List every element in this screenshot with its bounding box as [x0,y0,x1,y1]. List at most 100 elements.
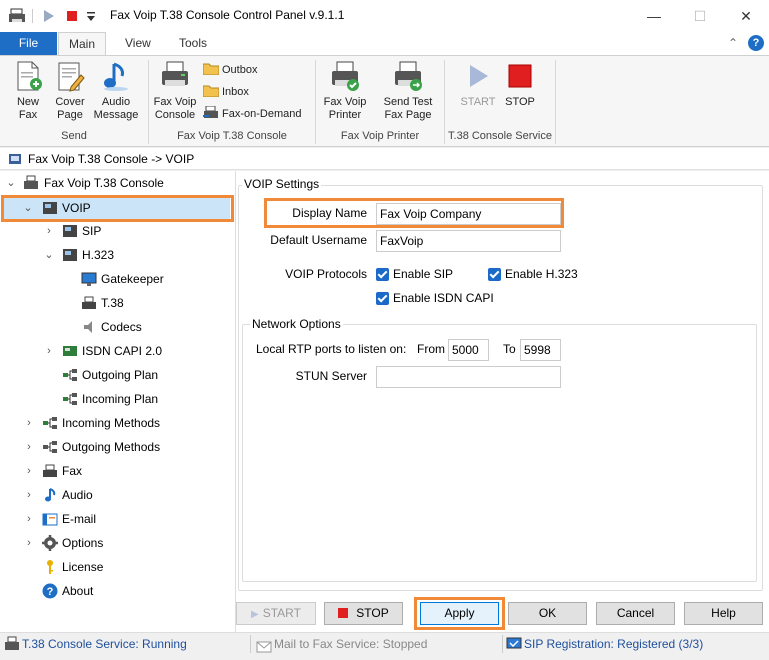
enable-h323-checkbox[interactable] [488,268,501,281]
key-icon [42,559,58,575]
outbox-label: Outbox [222,64,258,76]
settings-panel: VOIP Settings Display Name Fax Voip Comp… [236,171,769,632]
tree-label: Outgoing Methods [62,440,161,454]
ok-button[interactable]: OK [508,602,587,625]
gear-icon [42,535,58,551]
fax-printer-check-icon [329,60,361,92]
tree-label: Audio [62,488,93,502]
h323-device-icon [62,247,78,263]
console-group-label: Fax Voip T.38 Console [177,130,287,142]
tree-node-root[interactable]: ⌄ Fax Voip T.38 Console [0,172,236,194]
tab-tools[interactable]: Tools [169,32,217,55]
tree-label: SIP [82,224,102,238]
start-button[interactable]: ▶ START [236,602,316,625]
fax-printer-app-icon [8,8,26,27]
stun-server-field[interactable] [376,366,561,388]
play-icon: ▶ [251,609,259,620]
minimize-button[interactable]: — [631,0,677,32]
tree-label: H.323 [82,248,115,262]
voip-protocols-label: VOIP Protocols [285,267,367,281]
svg-text:?: ? [47,586,54,598]
enable-sip-checkbox[interactable] [376,268,389,281]
stop-button[interactable]: STOP [324,602,403,625]
tab-main[interactable]: Main [58,32,107,55]
routing-icon [42,439,58,455]
service-stop-button[interactable]: STOP [502,60,538,109]
chevron-down-icon[interactable]: ⌄ [5,172,17,194]
tree-label: About [62,584,94,598]
to-label: To [503,342,516,356]
status-separator [502,635,503,653]
default-username-label: Default Username [270,233,367,247]
cover-page-button[interactable]: Cover Page [50,60,90,122]
stop-icon [338,608,349,618]
cancel-button[interactable]: Cancel [596,602,675,625]
tab-view[interactable]: View [115,32,161,55]
audio-message-button[interactable]: Audio Message [92,60,140,122]
navigation-tree: ⌄ Fax Voip T.38 Console ⌄ VOIP › SIP ⌄ H… [0,171,236,632]
send-group-label: Send [61,130,87,142]
new-fax-label: New Fax [16,96,39,121]
chevron-right-icon[interactable]: › [23,484,35,506]
fax-voip-printer-button[interactable]: Fax Voip Printer [320,60,370,122]
chevron-right-icon[interactable]: › [23,412,35,434]
tree-label: Codecs [101,320,142,334]
fax-printer-icon [4,636,20,659]
fax-voip-printer-label: Fax Voip Printer [323,96,367,121]
chevron-right-icon[interactable]: › [23,460,35,482]
tree-label: Incoming Methods [62,416,161,430]
chevron-right-icon[interactable]: › [43,220,55,242]
routing-icon [42,415,58,431]
service-group-label: T.38 Console Service [448,130,552,142]
chevron-down-icon[interactable]: ⌄ [43,244,55,266]
maximize-button[interactable]: ☐ [677,0,723,32]
inbox-button[interactable]: Inbox [202,84,249,100]
rtp-ports-label: Local RTP ports to listen on: [256,342,407,356]
customize-qa-dropdown-icon[interactable] [86,8,96,27]
outbox-button[interactable]: Outbox [202,62,258,78]
collapse-ribbon-icon[interactable]: ⌃ [728,36,738,50]
quick-stop-icon[interactable] [65,8,79,27]
fax-on-demand-button[interactable]: Fax-on-Demand [203,105,301,122]
help-button[interactable]: Help [684,602,763,625]
chevron-right-icon[interactable]: › [23,532,35,554]
play-icon [462,60,494,92]
service-start-button[interactable]: START [458,60,498,109]
cover-page-icon [54,60,86,92]
audio-note-icon [100,60,132,92]
speaker-icon [81,319,97,335]
fax-voip-console-button[interactable]: Fax Voip Console [151,60,199,122]
enable-isdn-checkbox[interactable] [376,292,389,305]
fax-machine-icon [42,463,58,479]
sip-registration-status: SIP Registration: Registered (3/3) [506,633,766,655]
enable-h323-label: Enable H.323 [505,267,578,281]
enable-sip-label: Enable SIP [393,267,454,281]
chevron-right-icon[interactable]: › [23,508,35,530]
help-icon[interactable]: ? [748,35,764,51]
tree-label: ISDN CAPI 2.0 [82,344,163,358]
title-bar: Fax Voip T.38 Console Control Panel v.9.… [0,0,769,32]
music-note-icon [42,487,58,503]
quick-start-icon[interactable] [42,8,56,27]
display-name-highlight [264,198,564,228]
rtp-to-field[interactable]: 5998 [520,339,561,361]
isdn-card-icon [62,343,78,359]
sip-device-icon [62,223,78,239]
from-label: From [417,342,445,356]
rtp-from-field[interactable]: 5000 [448,339,489,361]
audio-message-label: Audio Message [93,96,139,121]
new-fax-button[interactable]: New Fax [8,60,48,122]
email-icon [42,511,58,527]
fax-printer-icon [23,175,39,191]
tab-file[interactable]: File [0,32,57,55]
send-test-fax-button[interactable]: Send Test Fax Page [380,60,436,122]
fax-voip-console-label: Fax Voip Console [153,96,197,121]
chevron-right-icon[interactable]: › [43,340,55,362]
close-button[interactable]: ✕ [723,0,769,32]
monitor-icon [81,271,97,287]
fax-console-icon [159,60,191,92]
network-options-legend: Network Options [250,317,343,331]
default-username-field[interactable]: FaxVoip [376,230,561,252]
chevron-right-icon[interactable]: › [23,436,35,458]
console-icon [8,151,22,173]
